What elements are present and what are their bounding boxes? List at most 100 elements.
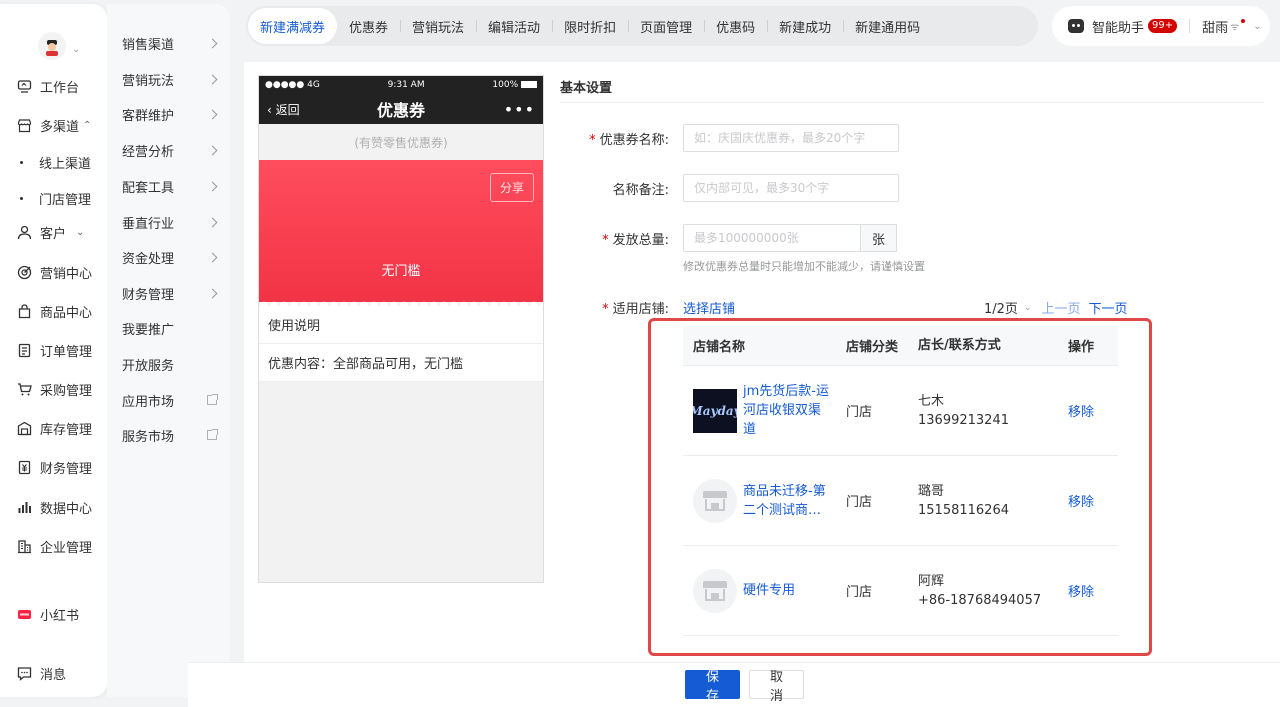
back-button: ‹ 返回 [267,101,300,118]
remark-label: 名称备注: [612,183,669,198]
chevron-right-icon [207,145,218,155]
nav-item-data[interactable]: 数据中心 [16,496,92,518]
store-name-link[interactable]: 硬件专用 [743,581,833,600]
manager-phone: +86-18768494057 [918,592,1042,608]
tab-edit-activity[interactable]: 编辑活动 [476,8,552,44]
nav-item-workbench[interactable]: 工作台 [16,75,79,97]
nav-item-orders[interactable]: 订单管理 [16,339,92,361]
nav2-label: 我要推广 [122,322,175,338]
nav2-item-funds[interactable]: 资金处理 [122,246,222,268]
nav-item-label: 订单管理 [40,344,93,360]
prev-page-link[interactable]: 上一页 [1041,298,1080,317]
next-page-link[interactable]: 下一页 [1089,298,1128,317]
battery-label: 100% [492,80,537,90]
nav2-item-promote[interactable]: 我要推广 [122,317,222,339]
remove-button[interactable]: 移除 [1068,585,1094,600]
store-type: 门店 [846,585,873,600]
chevron-down-icon[interactable]: ⌄ [72,44,80,55]
coupon-name-input[interactable] [683,124,899,152]
nav-item-customers[interactable]: 客户 ⌄ [16,221,84,243]
nav-subitem-stores[interactable]: 门店管理 [20,189,91,208]
nav2-item-customer-groups[interactable]: 客群维护 [122,103,222,125]
nav2-item-service-market[interactable]: 服务市场 [122,424,222,446]
nav-item-purchase[interactable]: 采购管理 [16,378,92,400]
store-table: 店铺名称 店铺分类 店长/联系方式 操作 Mayday jm先货后款-运河店收银… [683,326,1118,636]
nav-item-label: 多渠道 [40,119,80,135]
tab-created-success[interactable]: 新建成功 [767,8,843,44]
notification-badge: 99+ [1148,19,1178,33]
nav-item-multichannel[interactable]: 多渠道 ⌃ [16,114,91,136]
nav2-label: 财务管理 [122,287,175,303]
nav2-item-analysis[interactable]: 经营分析 [122,139,222,161]
finance-icon [16,459,32,475]
nav-item-enterprise[interactable]: 企业管理 [16,535,92,557]
tab-marketing-play[interactable]: 营销玩法 [400,8,476,44]
nav2-item-industry[interactable]: 垂直行业 [122,211,222,233]
tab-coupon-code[interactable]: 优惠码 [704,8,767,44]
coupon-name-label-text: 优惠券名称: [599,133,669,148]
tab-new-generic-code[interactable]: 新建通用码 [843,8,932,44]
nav-item-label: 客户 [40,226,67,242]
remark-input[interactable] [683,174,899,202]
nav-item-inventory[interactable]: 库存管理 [16,417,92,439]
store-type: 门店 [846,495,873,510]
select-store-link[interactable]: 选择店铺 [683,298,735,317]
nav-item-label: 数据中心 [40,501,93,517]
remove-button[interactable]: 移除 [1068,495,1094,510]
tab-page-manage[interactable]: 页面管理 [628,8,704,44]
building-icon [16,538,32,554]
store-name-link[interactable]: jm先货后款-运河店收银双渠道 [743,382,833,439]
workbench-icon [16,78,32,94]
assistant-button[interactable]: 智能助手 [1092,17,1144,36]
nav-item-marketing[interactable]: 营销中心 [16,261,92,283]
manager-name: 阿辉 [918,573,945,589]
nav2-item-sales-channel[interactable]: 销售渠道 [122,32,222,54]
nav-item-label: 小红书 [40,608,80,624]
chevron-down-icon[interactable]: ⌄ [1024,303,1032,313]
nav-item-label: 财务管理 [40,461,93,477]
remove-button[interactable]: 移除 [1068,405,1094,420]
tab-coupon[interactable]: 优惠券 [337,8,400,44]
page-select[interactable]: 1/2页 [984,298,1018,317]
cancel-button[interactable]: 取消 [749,670,804,704]
nav-item-messages[interactable]: 消息 [16,662,66,684]
nav-item-label: 库存管理 [40,422,93,438]
nav2-item-open-service[interactable]: 开放服务 [122,353,222,375]
user-icon [16,224,32,240]
tab-label: 页面管理 [640,20,693,36]
total-hint: 修改优惠券总量时只能增加不能减少，请谨慎设置 [683,260,925,273]
nav2-item-tools[interactable]: 配套工具 [122,175,222,197]
phone-title: 优惠券 [376,101,425,120]
total-input[interactable] [683,224,861,252]
user-menu[interactable]: 甜雨 [1202,17,1228,36]
nav2-item-app-market[interactable]: 应用市场 [122,389,222,411]
required-mark: * [589,133,596,148]
nav-item-products[interactable]: 商品中心 [16,300,92,322]
nav-item-label: 企业管理 [40,540,93,556]
divider [560,102,1264,103]
tab-bar: 新建满减券 优惠券 营销玩法 编辑活动 限时折扣 页面管理 优惠码 新建成功 新… [246,6,1038,46]
store-name-link[interactable]: 商品未迁移-第二个测试商城... [743,482,833,520]
nav2-item-finance[interactable]: 财务管理 [122,282,222,304]
total-label-text: 发放总量: [612,233,669,248]
nav-item-xiaohongshu[interactable]: 小红书 [16,603,79,625]
tab-new-discount-coupon[interactable]: 新建满减券 [248,8,338,44]
coupon-wave-edge [259,298,543,306]
nav-item-finance[interactable]: 财务管理 [16,456,92,478]
manager-cell: 阿辉 +86-18768494057 [908,572,1068,610]
phone-header: ‹ 返回 优惠券 ••• [259,94,543,124]
manager-cell: 璐哥 15158116264 [908,482,1068,520]
tab-label: 优惠码 [716,20,756,36]
avatar[interactable] [38,32,66,60]
nav2-label: 垂直行业 [122,216,175,232]
manager-name: 璐哥 [918,483,945,499]
signal-icon: ᯤ [1230,22,1240,33]
column-header: 操作 [1068,340,1095,355]
manager-phone: 13699213241 [918,412,1009,428]
chevron-right-icon [207,288,218,298]
chevron-down-icon[interactable]: ⌄ [1253,21,1261,32]
nav-subitem-online[interactable]: 线上渠道 [20,153,91,172]
save-button[interactable]: 保存 [685,670,740,704]
tab-limited-discount[interactable]: 限时折扣 [552,8,628,44]
nav2-item-marketing-play[interactable]: 营销玩法 [122,68,222,90]
